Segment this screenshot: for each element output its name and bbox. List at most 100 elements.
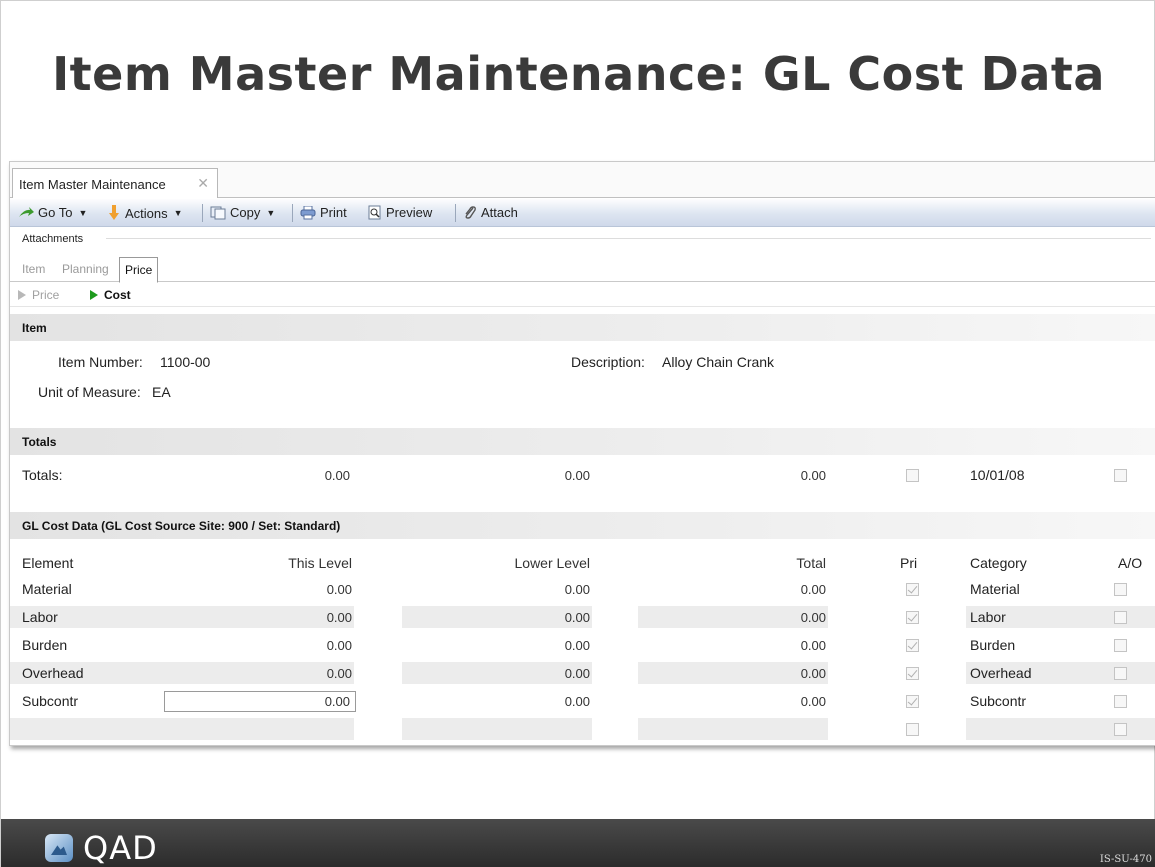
row-overhead-ao-checkbox[interactable]: [1114, 667, 1127, 680]
column-header-element: Element: [22, 555, 74, 571]
toolbar-separator: [455, 204, 456, 222]
description-value: Alloy Chain Crank: [662, 354, 775, 370]
row-labor-ao-checkbox[interactable]: [1114, 611, 1127, 624]
tab-price[interactable]: Price: [119, 257, 159, 283]
empty-row-ao-checkbox[interactable]: [1114, 723, 1127, 736]
row-burden-pri-checkbox[interactable]: [906, 639, 919, 652]
column-header-pri: Pri: [900, 555, 918, 571]
row-material-ao-checkbox[interactable]: [1114, 583, 1127, 596]
actions-button[interactable]: Actions ▼: [107, 205, 183, 221]
column-header-ao: A/O: [1118, 555, 1143, 571]
row-subcontr-this-level[interactable]: 0.00: [280, 694, 350, 709]
preview-button[interactable]: Preview: [368, 205, 432, 220]
actions-icon: [109, 205, 119, 220]
preview-icon: [368, 205, 381, 220]
totals-checkbox[interactable]: [1114, 469, 1127, 482]
close-icon[interactable]: ✕: [197, 175, 209, 192]
row-material-lower-level: 0.00: [564, 582, 590, 597]
copy-icon: [210, 206, 226, 219]
slide-title: Item Master Maintenance: GL Cost Data: [52, 47, 1105, 101]
row-material-category: Material: [970, 581, 1020, 597]
uom-label: Unit of Measure:: [38, 384, 141, 400]
row-background: [402, 718, 592, 740]
row-labor-pri-checkbox[interactable]: [906, 611, 919, 624]
totals-this-level: 0.00: [324, 468, 350, 483]
breadcrumb-price-label: Price: [32, 288, 60, 302]
chevron-down-icon: ▼: [173, 208, 183, 218]
goto-button[interactable]: Go To ▼: [18, 205, 87, 220]
breadcrumb-cost-label: Cost: [104, 288, 131, 302]
item-number-value: 1100-00: [160, 354, 211, 370]
chevron-down-icon: ▼: [78, 207, 88, 218]
row-overhead-this-level[interactable]: 0.00: [280, 666, 352, 681]
qad-logo: QAD: [45, 829, 158, 867]
app-window: Item Master Maintenance ✕ Go To ▼ Action…: [9, 161, 1155, 746]
row-subcontr-lower-level: 0.00: [564, 694, 590, 709]
totals-lower-level: 0.00: [564, 468, 590, 483]
attachments-divider: [106, 238, 1151, 239]
copy-button[interactable]: Copy ▼: [210, 205, 275, 220]
print-button[interactable]: Print: [300, 205, 347, 220]
subtab-strip: Item Planning Price: [10, 254, 1155, 283]
row-material-this-level[interactable]: 0.00: [280, 582, 352, 597]
attachments-label: Attachments: [22, 233, 84, 245]
row-material-total: 0.00: [800, 582, 826, 597]
row-labor-this-level[interactable]: 0.00: [280, 610, 352, 625]
row-labor-element: Labor: [22, 609, 58, 625]
row-overhead-total: 0.00: [800, 666, 826, 681]
row-subcontr-ao-checkbox[interactable]: [1114, 695, 1127, 708]
row-overhead-pri-checkbox[interactable]: [906, 667, 919, 680]
column-header-lower-level: Lower Level: [514, 555, 591, 571]
breadcrumb-cost[interactable]: Cost: [90, 288, 131, 302]
actions-label: Actions: [125, 205, 168, 221]
description-label: Description:: [571, 354, 645, 370]
breadcrumb-price[interactable]: Price: [18, 288, 59, 302]
toolbar-separator: [292, 204, 293, 222]
item-number-label: Item Number:: [58, 354, 143, 370]
empty-row-pri-checkbox[interactable]: [906, 723, 919, 736]
row-subcontr-pri-checkbox[interactable]: [906, 695, 919, 708]
document-tab-item-master[interactable]: Item Master Maintenance ✕: [12, 168, 218, 198]
row-overhead-element: Overhead: [22, 665, 84, 681]
row-labor-total: 0.00: [800, 610, 826, 625]
print-label: Print: [320, 205, 347, 220]
row-labor-category: Labor: [970, 609, 1006, 625]
row-overhead-category: Overhead: [970, 665, 1032, 681]
row-background: [10, 718, 354, 740]
column-header-this-level: This Level: [288, 555, 352, 571]
column-header-total: Total: [796, 555, 826, 571]
totals-total: 0.00: [800, 468, 826, 483]
copy-label: Copy: [230, 205, 261, 220]
footer-bar: QAD IS-SU-470: [1, 819, 1155, 867]
row-subcontr-category: Subcontr: [970, 693, 1027, 709]
play-arrow-icon: [18, 290, 26, 300]
chevron-down-icon: ▼: [266, 207, 276, 218]
row-burden-category: Burden: [970, 637, 1016, 653]
qad-logo-icon: [45, 834, 73, 862]
row-burden-total: 0.00: [800, 638, 826, 653]
row-subcontr-total: 0.00: [800, 694, 826, 709]
breadcrumb: Price Cost: [10, 283, 1155, 307]
row-burden-this-level[interactable]: 0.00: [280, 638, 352, 653]
print-icon: [300, 205, 316, 219]
document-tab-label: Item Master Maintenance: [19, 177, 166, 192]
goto-arrow-icon: [19, 206, 34, 217]
play-arrow-icon: [90, 290, 98, 300]
row-material-pri-checkbox[interactable]: [906, 583, 919, 596]
attach-paperclip-icon: [465, 206, 476, 219]
row-material-element: Material: [22, 581, 72, 597]
row-background: [638, 718, 828, 740]
attach-button[interactable]: Attach: [463, 205, 518, 220]
tab-item[interactable]: Item: [22, 262, 45, 276]
slide: Item Master Maintenance: GL Cost Data It…: [0, 0, 1155, 867]
tab-planning[interactable]: Planning: [62, 262, 109, 276]
toolbar-separator: [202, 204, 203, 222]
totals-checkbox[interactable]: [906, 469, 919, 482]
row-burden-ao-checkbox[interactable]: [1114, 639, 1127, 652]
section-header-item: Item: [10, 314, 1155, 341]
slide-code: IS-SU-470: [1099, 854, 1152, 865]
row-subcontr-element: Subcontr: [22, 693, 79, 709]
section-header-gl-cost: GL Cost Data (GL Cost Source Site: 900 /…: [10, 512, 1155, 539]
uom-value: EA: [152, 384, 171, 400]
section-header-totals: Totals: [10, 428, 1155, 455]
